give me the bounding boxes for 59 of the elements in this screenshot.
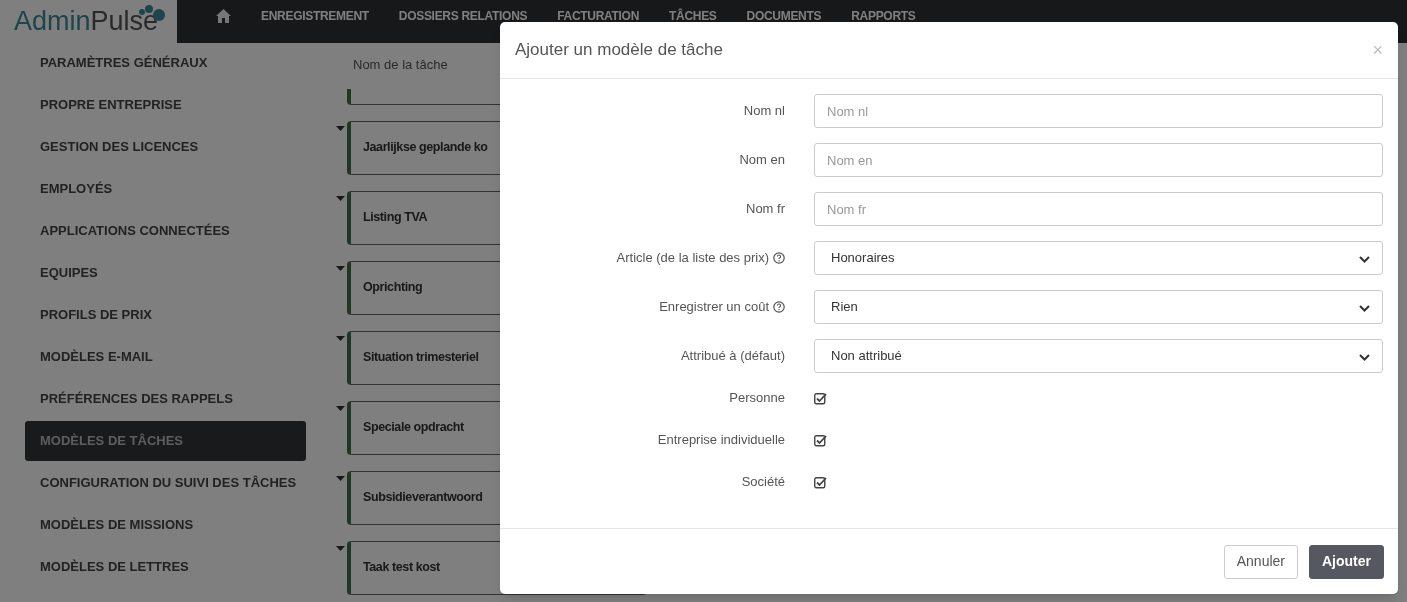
chevron-down-icon xyxy=(1359,354,1370,361)
caret-down-icon[interactable] xyxy=(336,335,345,341)
checkbox[interactable] xyxy=(814,433,827,447)
field-label: Nom fr xyxy=(746,200,785,219)
sidebar-item[interactable]: EMPLOYÉS xyxy=(25,169,306,209)
checkbox[interactable] xyxy=(814,391,827,405)
task-name: Listing TVA xyxy=(363,209,428,224)
sidebar-item[interactable]: MODÈLES DE TÂCHES xyxy=(25,421,306,461)
select-field[interactable]: Rien xyxy=(814,290,1383,324)
sidebar-item[interactable]: MODÈLES DE LETTRES xyxy=(25,547,306,587)
field-label: Société xyxy=(741,473,785,492)
sidebar-item[interactable]: CONFIGURATION DU SUIVI DES TÂCHES xyxy=(25,463,306,503)
sidebar-item[interactable]: PARAMÈTRES GÉNÉRAUX xyxy=(25,43,306,83)
caret-down-icon[interactable] xyxy=(336,195,345,201)
text-field[interactable]: Nom fr xyxy=(814,192,1383,226)
cancel-button[interactable]: Annuler xyxy=(1223,544,1298,579)
nav-item[interactable]: ENREGISTREMENT xyxy=(261,9,369,23)
sidebar-item[interactable]: GESTION DES LICENCES xyxy=(25,127,306,167)
add-button[interactable]: Ajouter xyxy=(1309,544,1384,579)
task-name: Situation trimesteriel xyxy=(363,349,479,364)
modal-title: Ajouter un modèle de tâche xyxy=(515,39,723,62)
field-label: Nom en xyxy=(739,151,785,170)
text-field[interactable]: Nom nl xyxy=(814,94,1383,128)
nav-item[interactable]: TÂCHES xyxy=(669,9,717,23)
field-label: Attribué à (défaut) xyxy=(680,347,785,366)
sidebar-item[interactable]: MODÈLES DE MISSIONS xyxy=(25,505,306,545)
nav-item[interactable]: RAPPORTS xyxy=(851,9,916,23)
select-field[interactable]: Non attribué xyxy=(814,339,1383,373)
chevron-down-icon xyxy=(1359,256,1370,263)
task-name: Taak test kost xyxy=(363,559,440,574)
task-name: Speciale opdracht xyxy=(363,419,464,434)
checkbox[interactable] xyxy=(814,475,827,489)
field-label: Personne xyxy=(729,389,785,408)
sidebar-item[interactable]: EQUIPES xyxy=(25,253,306,293)
home-icon[interactable] xyxy=(216,9,231,23)
caret-down-icon[interactable] xyxy=(336,265,345,271)
sidebar-item[interactable]: PROFILS DE PRIX xyxy=(25,295,306,335)
task-name: Subsidieverantwoord xyxy=(363,489,483,504)
nav-item[interactable]: FACTURATION xyxy=(557,9,640,23)
field-label: Enregistrer un coût xyxy=(659,298,769,317)
sidebar-item[interactable]: APPLICATIONS CONNECTÉES xyxy=(25,211,306,251)
sidebar-item[interactable]: MODÈLES E-MAIL xyxy=(25,337,306,377)
caret-down-icon[interactable] xyxy=(336,125,345,131)
field-label: Nom nl xyxy=(743,102,785,121)
caret-down-icon[interactable] xyxy=(336,405,345,411)
caret-down-icon[interactable] xyxy=(336,545,345,551)
task-name: Jaarlijkse geplande ko xyxy=(363,139,488,154)
field-label: Entreprise individuelle xyxy=(657,431,785,450)
nav-item[interactable]: DOCUMENTS xyxy=(746,9,822,23)
caret-down-icon[interactable] xyxy=(336,475,345,481)
select-field[interactable]: Honoraires xyxy=(814,241,1383,275)
text-field[interactable]: Nom en xyxy=(814,143,1383,177)
nav-item[interactable]: DOSSIERS RELATIONS xyxy=(398,9,528,23)
sidebar-item[interactable]: PROPRE ENTREPRISE xyxy=(25,85,306,125)
logo[interactable]: AdminPulse xyxy=(0,0,177,43)
column-header: Nom de la tâche xyxy=(353,56,449,74)
sidebar-item[interactable]: PRÉFÉRENCES DES RAPPELS xyxy=(25,379,306,419)
task-name: Oprichting xyxy=(363,279,423,294)
chevron-down-icon xyxy=(1359,305,1370,312)
